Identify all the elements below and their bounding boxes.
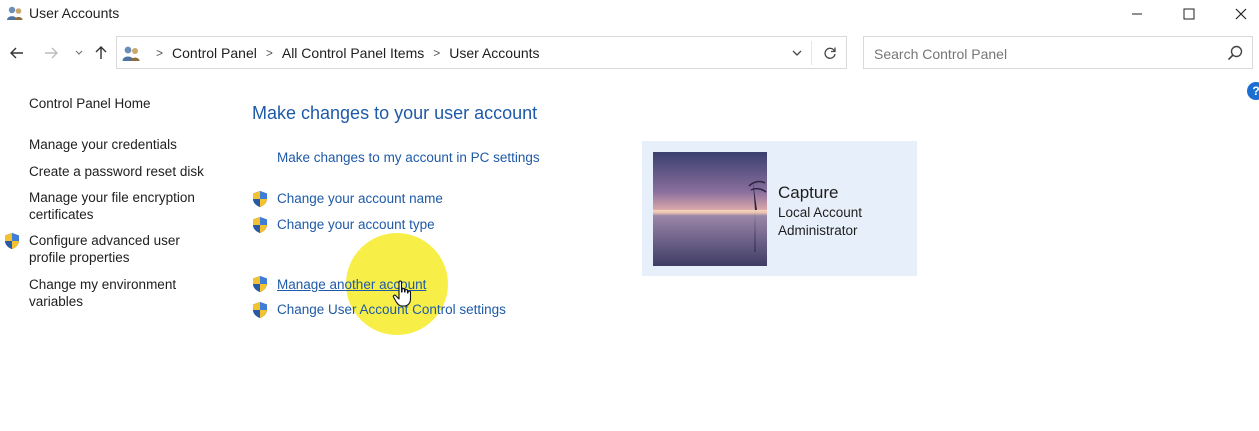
uac-shield-icon — [253, 276, 267, 292]
uac-settings-link[interactable]: Change User Account Control settings — [277, 302, 506, 317]
search-input[interactable] — [872, 43, 1216, 65]
password-reset-disk-link[interactable]: Create a password reset disk — [29, 163, 219, 180]
maximize-button[interactable] — [1166, 0, 1212, 28]
breadcrumb-separator[interactable]: > — [156, 46, 163, 60]
uac-shield-icon — [253, 217, 267, 233]
close-icon — [1235, 8, 1247, 20]
manage-credentials-link[interactable]: Manage your credentials — [29, 136, 219, 153]
control-panel-icon — [122, 46, 140, 61]
account-picture[interactable] — [653, 152, 767, 266]
environment-variables-link[interactable]: Change my environment variables — [29, 276, 219, 310]
minimize-button[interactable] — [1114, 0, 1160, 28]
help-button[interactable]: ? — [1247, 82, 1259, 100]
search-icon[interactable] — [1226, 44, 1244, 62]
title-bar: User Accounts — [0, 0, 1259, 28]
search-box[interactable] — [863, 36, 1253, 69]
file-encryption-certificates-link[interactable]: Manage your file encryption certificates — [29, 189, 219, 223]
forward-button[interactable] — [40, 42, 62, 64]
pc-settings-link[interactable]: Make changes to my account in PC setting… — [277, 150, 540, 165]
account-role: Administrator — [778, 223, 858, 238]
back-button[interactable] — [6, 42, 28, 64]
breadcrumb-user-accounts[interactable]: User Accounts — [449, 45, 539, 61]
address-bar[interactable]: > Control Panel > All Control Panel Item… — [116, 36, 847, 69]
uac-shield-icon — [253, 191, 267, 207]
change-account-name-link[interactable]: Change your account name — [277, 191, 443, 206]
manage-another-account-link[interactable]: Manage another account — [277, 277, 426, 292]
refresh-button[interactable] — [820, 43, 840, 63]
uac-shield-icon — [253, 302, 267, 318]
breadcrumb-separator[interactable]: > — [433, 46, 440, 60]
user-accounts-icon — [7, 6, 23, 20]
user-accounts-window: User Accounts > Control Panel > All Cont… — [0, 0, 1259, 431]
page-title: Make changes to your user account — [252, 103, 538, 123]
arrow-up-icon — [95, 46, 107, 59]
control-panel-home-link[interactable]: Control Panel Home — [29, 95, 219, 112]
change-account-type-link[interactable]: Change your account type — [277, 217, 435, 232]
advanced-profile-properties-link[interactable]: Configure advanced user profile properti… — [29, 232, 219, 266]
account-name: Capture — [778, 183, 839, 202]
up-button[interactable] — [90, 42, 112, 64]
navigation-bar: > Control Panel > All Control Panel Item… — [0, 36, 1259, 72]
breadcrumb: > Control Panel > All Control Panel Item… — [147, 45, 540, 61]
chevron-down-icon — [75, 50, 83, 55]
uac-shield-icon — [5, 233, 19, 249]
close-button[interactable] — [1218, 0, 1259, 28]
maximize-icon — [1183, 8, 1195, 20]
sunset-lake-image — [653, 152, 767, 266]
arrow-left-icon — [10, 47, 23, 59]
address-history-button[interactable] — [788, 44, 806, 62]
breadcrumb-separator[interactable]: > — [266, 46, 273, 60]
window-title: User Accounts — [29, 5, 120, 21]
account-type: Local Account — [778, 205, 863, 220]
recent-locations-button[interactable] — [68, 42, 90, 64]
chevron-down-icon — [792, 50, 802, 56]
refresh-icon — [824, 47, 836, 59]
breadcrumb-control-panel[interactable]: Control Panel — [172, 45, 257, 61]
arrow-right-icon — [45, 47, 58, 59]
minimize-icon — [1132, 13, 1142, 15]
account-tile: Capture Local Account Administrator — [642, 141, 917, 276]
address-divider — [811, 41, 812, 65]
breadcrumb-all-items[interactable]: All Control Panel Items — [282, 45, 424, 61]
